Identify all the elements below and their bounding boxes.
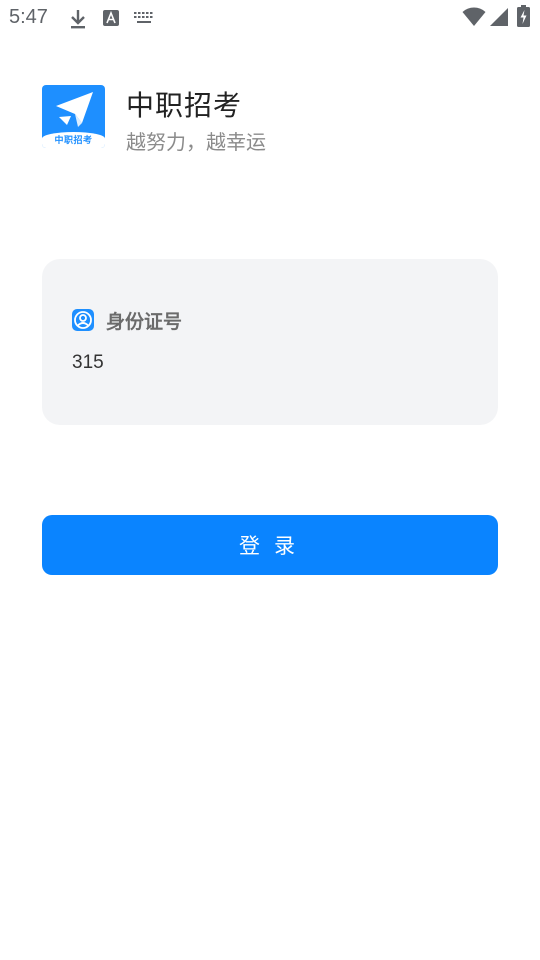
signal-icon [490,8,508,26]
app-logo: 中职招考 [42,85,105,148]
id-number-label: 身份证号 [106,311,183,333]
wifi-icon [462,7,486,26]
battery-charging-icon [517,5,530,27]
font-a-icon [103,10,119,26]
id-number-card: 身份证号 [42,259,498,425]
status-time: 5:47 [9,6,48,28]
app-title: 中职招考 [126,89,243,122]
user-icon [72,309,94,331]
download-icon [71,10,85,29]
status-bar: 5:47 [0,0,540,36]
logo-text: 中职招考 [54,136,93,146]
keyboard-icon [134,12,153,23]
id-number-input[interactable] [70,347,474,379]
login-button[interactable]: 登录 [42,515,498,575]
app-slogan: 越努力，越幸运 [126,130,266,154]
